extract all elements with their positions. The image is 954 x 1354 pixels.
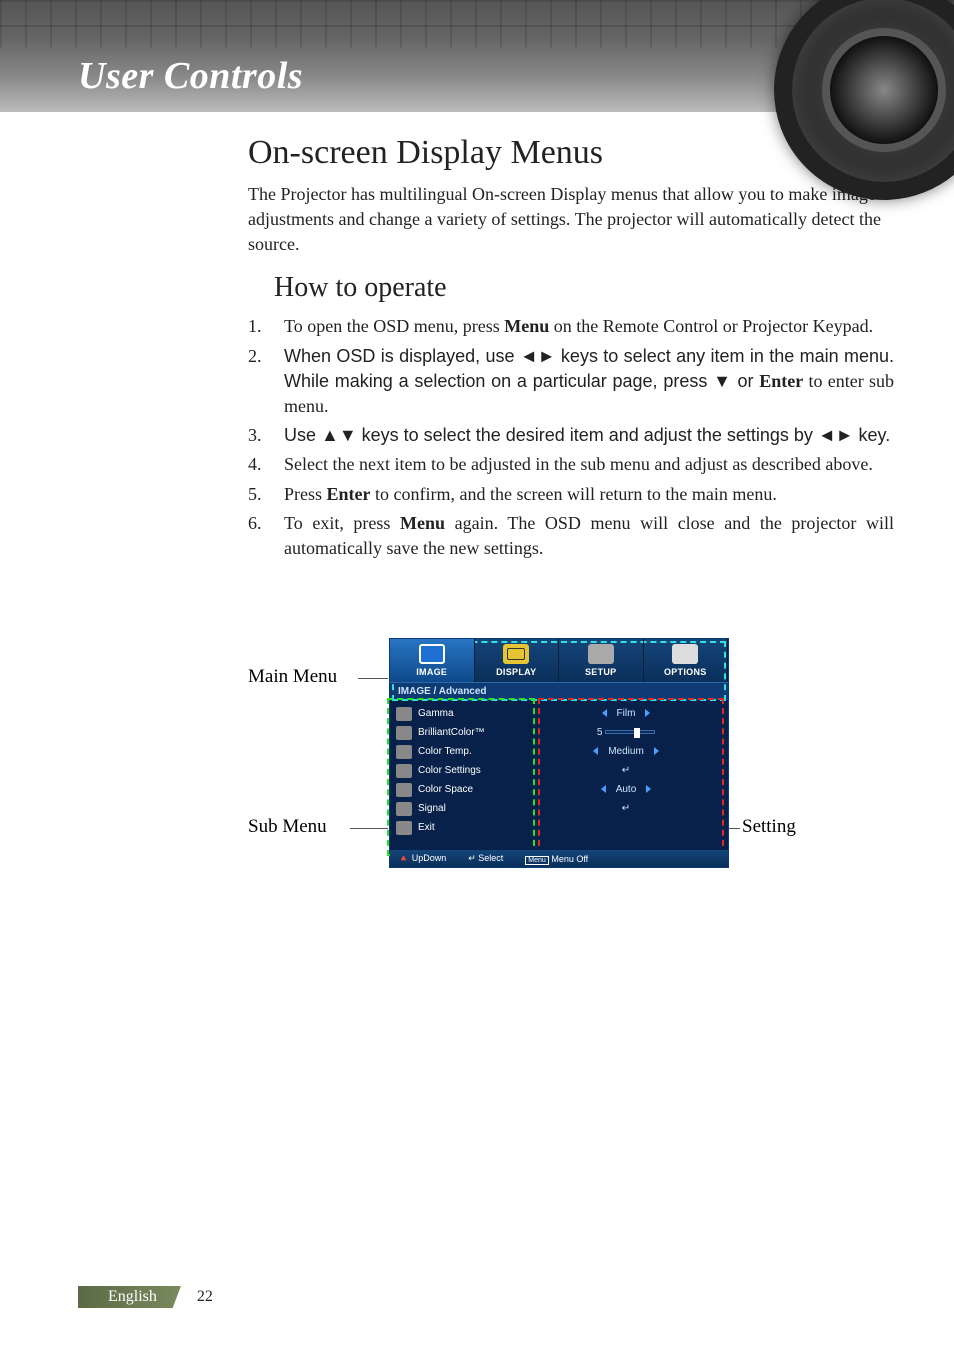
steps-list: To open the OSD menu, press Menu on the …	[248, 314, 894, 561]
tab-label: SETUP	[585, 667, 617, 677]
highlight-sub-menu	[387, 698, 535, 856]
row-value: Film	[530, 708, 722, 719]
manual-page: User Controls On-screen Display Menus Th…	[0, 0, 954, 1354]
row-value: 5	[530, 727, 722, 738]
osd-hint-bar: 🔺 UpDown ↵ Select Menu Menu Off	[390, 850, 728, 867]
tab-options[interactable]: OPTIONS	[644, 639, 729, 682]
hint-updown: 🔺 UpDown	[398, 853, 446, 864]
osd-screenshot: IMAGE DISPLAY SETUP OPTIONS IMAGE / Adva…	[389, 638, 729, 868]
enter-icon: ↵	[530, 765, 722, 776]
page-footer: English 22	[78, 1286, 213, 1308]
content-area: On-screen Display Menus The Projector ha…	[0, 112, 954, 561]
step-text: To exit, press	[284, 513, 400, 533]
step-bold: Enter	[327, 484, 371, 504]
tab-setup[interactable]: SETUP	[559, 639, 644, 682]
callout-line	[350, 828, 388, 829]
right-arrow-icon	[645, 709, 650, 717]
section-title: User Controls	[78, 54, 303, 98]
step-bold: Enter	[759, 371, 803, 391]
step-text: on the Remote Control or Projector Keypa…	[549, 316, 873, 336]
image-icon	[419, 644, 445, 664]
step-4: Select the next item to be adjusted in t…	[248, 452, 894, 477]
slider-icon	[605, 730, 655, 734]
tab-label: OPTIONS	[664, 667, 707, 677]
intro-paragraph: The Projector has multilingual On-screen…	[248, 182, 894, 256]
step-5: Press Enter to confirm, and the screen w…	[248, 482, 894, 507]
left-arrow-icon	[601, 785, 606, 793]
step-text: to confirm, and the screen will return t…	[371, 484, 777, 504]
footer-language: English	[78, 1286, 181, 1308]
label-sub-menu: Sub Menu	[248, 816, 327, 838]
step-bold: Menu	[400, 513, 445, 533]
osd-tab-row: IMAGE DISPLAY SETUP OPTIONS	[390, 639, 728, 683]
tab-label: IMAGE	[416, 667, 447, 677]
setup-icon	[588, 644, 614, 664]
heading-2: How to operate	[274, 272, 894, 304]
left-arrow-icon	[593, 747, 598, 755]
highlight-setting	[538, 698, 724, 856]
osd-body: Gamma Film BrilliantColor™ 5 Color Temp.…	[390, 700, 728, 867]
step-3: Use ▲▼ keys to select the desired item a…	[248, 423, 894, 448]
tab-display[interactable]: DISPLAY	[475, 639, 560, 682]
row-value: Medium	[530, 746, 722, 757]
header-banner: User Controls	[0, 0, 954, 112]
left-arrow-icon	[602, 709, 607, 717]
step-1: To open the OSD menu, press Menu on the …	[248, 314, 894, 339]
step-text: Select the next item to be adjusted in t…	[284, 454, 873, 474]
step-text: To open the OSD menu, press	[284, 316, 504, 336]
step-text: Press	[284, 484, 327, 504]
step-6: To exit, press Menu again. The OSD menu …	[248, 511, 894, 561]
row-value: Auto	[530, 784, 722, 795]
enter-icon: ↵	[530, 803, 722, 814]
step-text: Use ▲▼ keys to select the desired item a…	[284, 425, 890, 445]
right-arrow-icon	[646, 785, 651, 793]
options-icon	[672, 644, 698, 664]
hint-select: ↵ Select	[468, 853, 503, 864]
tab-label: DISPLAY	[496, 667, 536, 677]
display-icon	[503, 644, 529, 664]
step-bold: Menu	[504, 316, 549, 336]
label-setting: Setting	[742, 816, 796, 838]
hint-menu-off: Menu Menu Off	[525, 854, 588, 864]
label-main-menu: Main Menu	[248, 666, 337, 688]
callout-line	[358, 678, 388, 679]
tab-image[interactable]: IMAGE	[390, 639, 475, 682]
footer-page-number: 22	[181, 1288, 213, 1306]
right-arrow-icon	[654, 747, 659, 755]
step-2: When OSD is displayed, use ◄► keys to se…	[248, 344, 894, 420]
